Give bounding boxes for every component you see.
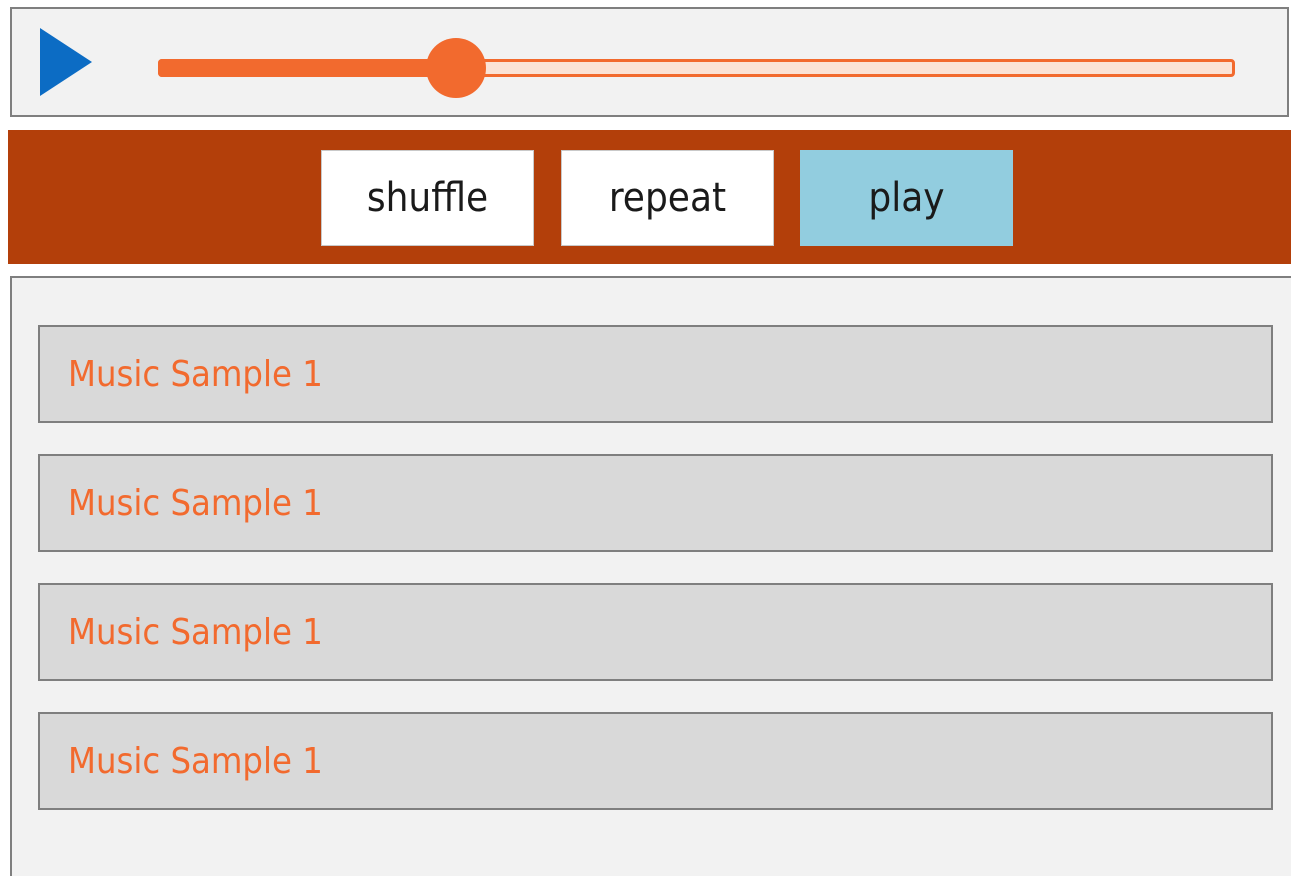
track-label: Music Sample 1 (68, 482, 323, 524)
playlist: Music Sample 1 Music Sample 1 Music Samp… (10, 276, 1291, 876)
player-bar (10, 7, 1289, 117)
play-icon[interactable] (40, 28, 92, 96)
list-item[interactable]: Music Sample 1 (38, 454, 1273, 552)
controls-bar: shuffle repeat play (8, 130, 1291, 264)
progress-fill (158, 59, 457, 77)
track-label: Music Sample 1 (68, 611, 323, 653)
progress-slider[interactable] (158, 38, 1235, 98)
list-item[interactable]: Music Sample 1 (38, 712, 1273, 810)
list-item[interactable]: Music Sample 1 (38, 583, 1273, 681)
play-button[interactable]: play (800, 150, 1013, 246)
list-item[interactable]: Music Sample 1 (38, 325, 1273, 423)
progress-thumb[interactable] (426, 38, 487, 98)
shuffle-button[interactable]: shuffle (321, 150, 534, 246)
track-label: Music Sample 1 (68, 740, 323, 782)
track-label: Music Sample 1 (68, 353, 323, 395)
repeat-button[interactable]: repeat (561, 150, 774, 246)
